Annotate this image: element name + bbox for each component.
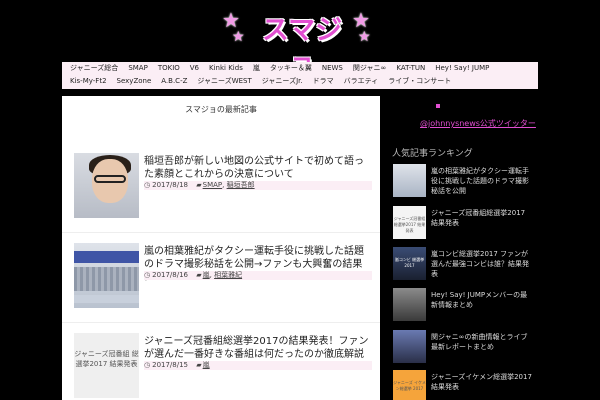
star-icon: ★ bbox=[222, 8, 240, 32]
ranking-item[interactable]: Hey! Say! JUMPメンバーの最新情報まとめ bbox=[393, 288, 533, 322]
nav-item[interactable]: Kis-My-Ft2 bbox=[65, 75, 112, 88]
ranking-thumbnail[interactable] bbox=[393, 164, 426, 197]
ranking-thumbnail[interactable] bbox=[393, 330, 426, 363]
clock-icon: ◷ bbox=[144, 361, 151, 369]
ranking-item[interactable]: 関ジャニ∞の新曲情報とライブ最新レポートまとめ bbox=[393, 330, 533, 364]
ranking-item[interactable]: ジャニーズ イケメン総選挙 2017 ジャニーズイケメン総選挙2017 結果発表 bbox=[393, 370, 533, 400]
site-header: ★ ★ スマジョ ★ ★ bbox=[0, 0, 600, 80]
star-icon: ★ bbox=[352, 8, 370, 32]
nav-item[interactable]: 嵐 bbox=[248, 62, 265, 75]
post-meta: ◷ 2017/8/16 ▰嵐, 相葉雅紀 bbox=[144, 271, 372, 280]
ranking-thumbnail[interactable]: ジャニーズ イケメン総選挙 2017 bbox=[393, 370, 426, 400]
nav-item[interactable]: Hey! Say! JUMP bbox=[430, 62, 494, 75]
twitter-link[interactable]: @johnnysnews公式ツイッター bbox=[420, 118, 536, 129]
ranking-title[interactable]: 関ジャニ∞の新曲情報とライブ最新レポートまとめ bbox=[431, 332, 533, 352]
glasses-icon bbox=[94, 175, 126, 183]
nav-item[interactable]: SMAP bbox=[123, 62, 153, 75]
post-category[interactable]: 嵐 bbox=[203, 271, 210, 279]
post-thumbnail[interactable] bbox=[74, 243, 139, 308]
nav-item[interactable]: バラエティ bbox=[339, 75, 384, 88]
post-meta: ◷ 2017/8/15 ▰嵐 bbox=[144, 361, 372, 370]
ranking-title[interactable]: 嵐の相葉雅紀がタクシー運転手役に挑戦した話題のドラマ撮影秘話を公開 bbox=[431, 166, 533, 196]
main-content: スマジョの最新記事 稲垣吾郎が新しい地図の公式サイトで初めて語った素顔とこれから… bbox=[62, 96, 380, 400]
ranking-thumbnail[interactable]: 嵐コンビ 総選挙2017 bbox=[393, 247, 426, 280]
ranking-title[interactable]: 嵐コンビ総選挙2017 ファンが選んだ最強コンビは誰？結果発表 bbox=[431, 249, 533, 279]
post-meta: ◷ 2017/8/18 ▰SMAP, 稲垣吾郎 bbox=[144, 181, 372, 190]
ranking-title[interactable]: ジャニーズ冠番組総選挙2017 結果発表 bbox=[431, 208, 533, 228]
post-title[interactable]: ジャニーズ冠番組総選挙2017の結果発表！ファンが選んだ一番好きな番組は何だった… bbox=[144, 335, 372, 361]
ranking-item[interactable]: 嵐コンビ 総選挙2017 嵐コンビ総選挙2017 ファンが選んだ最強コンビは誰？… bbox=[393, 247, 533, 281]
post-date: 2017/8/16 bbox=[152, 271, 189, 279]
post-thumbnail[interactable]: ジャニーズ冠番組 総選挙2017 結果発表 bbox=[74, 333, 139, 398]
post-category[interactable]: 相葉雅紀 bbox=[214, 271, 242, 279]
post-category[interactable]: 嵐 bbox=[203, 361, 210, 369]
clock-icon: ◷ bbox=[144, 271, 151, 279]
nav-item[interactable]: TOKIO bbox=[153, 62, 185, 75]
ranking-item[interactable]: ジャニーズ冠番組 総選挙2017 結果発表 ジャニーズ冠番組総選挙2017 結果… bbox=[393, 206, 533, 240]
nav-item[interactable]: ジャニーズWEST bbox=[192, 75, 256, 88]
main-nav: ジャニーズ総合 SMAP TOKIO V6 Kinki Kids 嵐 タッキー＆… bbox=[62, 62, 538, 89]
site-logo[interactable]: ★ ★ スマジョ ★ ★ bbox=[222, 8, 378, 80]
nav-item[interactable]: SexyZone bbox=[112, 75, 157, 88]
post-date: 2017/8/15 bbox=[152, 361, 189, 369]
nav-item[interactable]: V6 bbox=[185, 62, 204, 75]
nav-item[interactable]: Kinki Kids bbox=[204, 62, 248, 75]
clock-icon: ◷ bbox=[144, 181, 151, 189]
ranking-title[interactable]: Hey! Say! JUMPメンバーの最新情報まとめ bbox=[431, 290, 533, 310]
ranking-title[interactable]: ジャニーズイケメン総選挙2017 結果発表 bbox=[431, 372, 533, 392]
nav-item[interactable]: ジャニーズJr. bbox=[257, 75, 308, 88]
nav-item[interactable]: ジャニーズ総合 bbox=[65, 62, 123, 75]
star-icon: ★ bbox=[358, 29, 371, 45]
twitter-icon bbox=[436, 104, 440, 108]
folder-icon: ▰ bbox=[196, 271, 202, 279]
nav-item[interactable]: ドラマ bbox=[308, 75, 339, 88]
post-thumbnail[interactable] bbox=[74, 153, 139, 218]
folder-icon: ▰ bbox=[196, 361, 202, 369]
star-icon: ★ bbox=[232, 29, 245, 45]
thumbnail-text: ジャニーズ冠番組 総選挙2017 結果発表 bbox=[74, 350, 139, 368]
nav-item[interactable]: A.B.C-Z bbox=[156, 75, 192, 88]
ranking-thumbnail[interactable] bbox=[393, 288, 426, 321]
post-date: 2017/8/18 bbox=[152, 181, 189, 189]
folder-icon: ▰ bbox=[196, 181, 202, 189]
section-title: スマジョの最新記事 bbox=[185, 105, 257, 114]
post-title[interactable]: 稲垣吾郎が新しい地図の公式サイトで初めて語った素顔とこれからの決意について bbox=[144, 155, 372, 181]
post-category[interactable]: 稲垣吾郎 bbox=[227, 181, 255, 189]
nav-item[interactable]: タッキー＆翼 bbox=[265, 62, 317, 75]
nav-item[interactable]: ライブ・コンサート bbox=[383, 75, 456, 88]
ranking-item[interactable]: 嵐の相葉雅紀がタクシー運転手役に挑戦した話題のドラマ撮影秘話を公開 bbox=[393, 164, 533, 198]
ranking-thumbnail[interactable]: ジャニーズ冠番組 総選挙2017 結果発表 bbox=[393, 206, 426, 239]
sidebar-title: 人気記事ランキング bbox=[392, 149, 473, 159]
divider bbox=[62, 322, 380, 323]
divider bbox=[62, 232, 380, 233]
post-category[interactable]: SMAP bbox=[203, 181, 223, 189]
nav-item[interactable]: 関ジャニ∞ bbox=[348, 62, 391, 75]
nav-item[interactable]: NEWS bbox=[317, 62, 348, 75]
nav-item[interactable]: KAT-TUN bbox=[391, 62, 430, 75]
